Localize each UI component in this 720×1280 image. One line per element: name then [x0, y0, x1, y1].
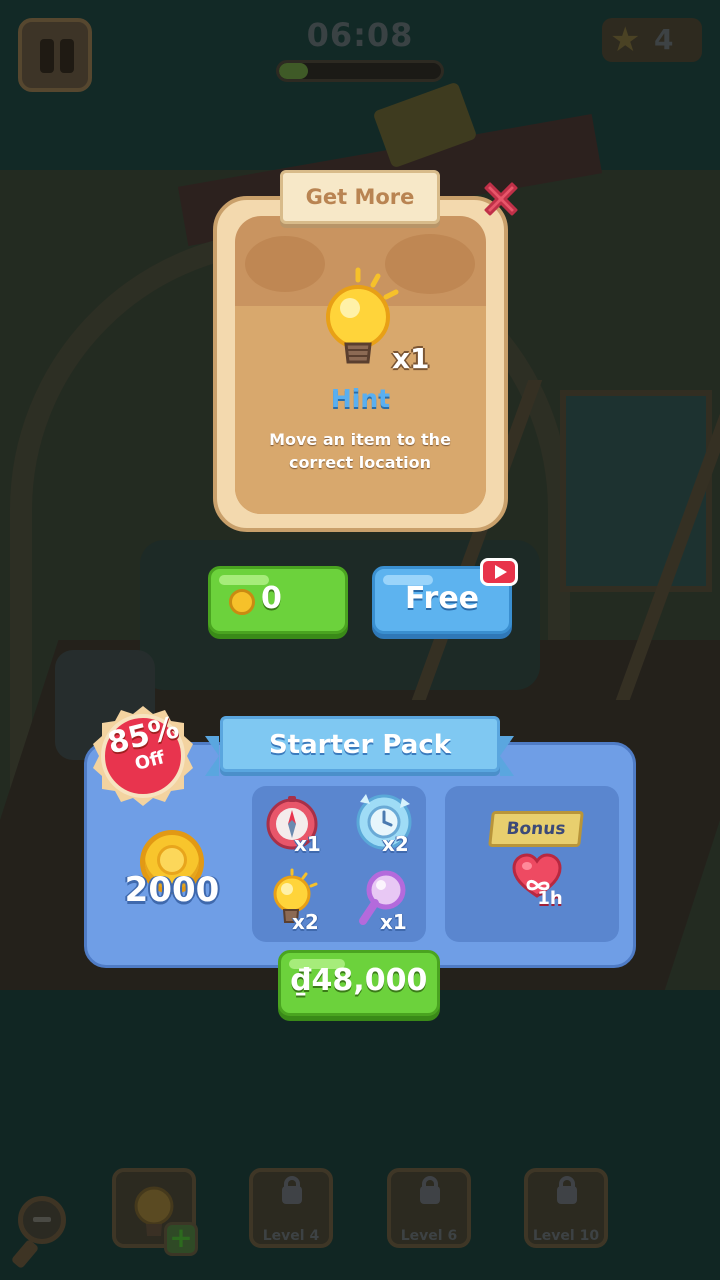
coin-icon — [229, 589, 255, 615]
bonus-label: Bonus — [505, 819, 567, 839]
starter-pack-price: ₫48,000 — [290, 963, 428, 998]
hint-name: Hint — [330, 384, 391, 413]
dialog-title-banner: Get More — [280, 170, 440, 224]
minus-icon — [33, 1217, 51, 1222]
bonus-duration: 1h — [537, 888, 563, 909]
free-label: Free — [404, 581, 480, 616]
lock-icon — [557, 1186, 577, 1204]
star-icon: ★ — [610, 20, 641, 60]
slot-label: Level 4 — [262, 1228, 320, 1244]
add-hint-button[interactable]: + — [164, 1222, 198, 1256]
frozen-clock-quantity: x2 — [382, 832, 409, 856]
locked-slot-level-4[interactable]: Level 4 — [249, 1168, 333, 1248]
locked-slot-level-10[interactable]: Level 10 — [524, 1168, 608, 1248]
buy-with-coins-button[interactable]: 0 — [208, 566, 348, 634]
zoom-out-button[interactable] — [18, 1196, 66, 1244]
star-count: 4 — [654, 23, 674, 56]
starter-pack-ribbon: Starter Pack — [220, 716, 500, 772]
magnifier-quantity: x1 — [380, 910, 407, 934]
coin-price: 0 — [261, 581, 282, 616]
lightbulb-quantity: x2 — [292, 910, 319, 934]
bonus-tag: Bonus — [488, 811, 584, 847]
slot-label: Level 6 — [400, 1228, 458, 1244]
hint-quantity: x1 — [392, 342, 430, 375]
close-icon — [484, 182, 518, 216]
buy-starter-pack-button[interactable]: ₫48,000 — [278, 950, 440, 1016]
ribbon-tail-right — [500, 736, 514, 776]
close-button[interactable] — [478, 176, 524, 222]
lock-icon — [420, 1186, 440, 1204]
video-play-icon — [480, 558, 518, 586]
play-triangle — [495, 565, 507, 579]
star-counter: ★ 4 — [602, 18, 702, 62]
starter-pack-title: Starter Pack — [268, 730, 452, 760]
pack-coin-amount: 2000 — [124, 870, 220, 910]
locked-slot-level-6[interactable]: Level 6 — [387, 1168, 471, 1248]
level-progress-fill — [279, 63, 309, 79]
dialog-title: Get More — [305, 185, 415, 209]
hint-description: Move an item to the correct location — [269, 430, 451, 472]
slot-label: Level 10 — [532, 1228, 600, 1244]
compass-quantity: x1 — [294, 832, 321, 856]
ribbon-tail-left — [205, 736, 219, 776]
level-progress-bar — [276, 60, 444, 82]
lock-icon — [282, 1186, 302, 1204]
